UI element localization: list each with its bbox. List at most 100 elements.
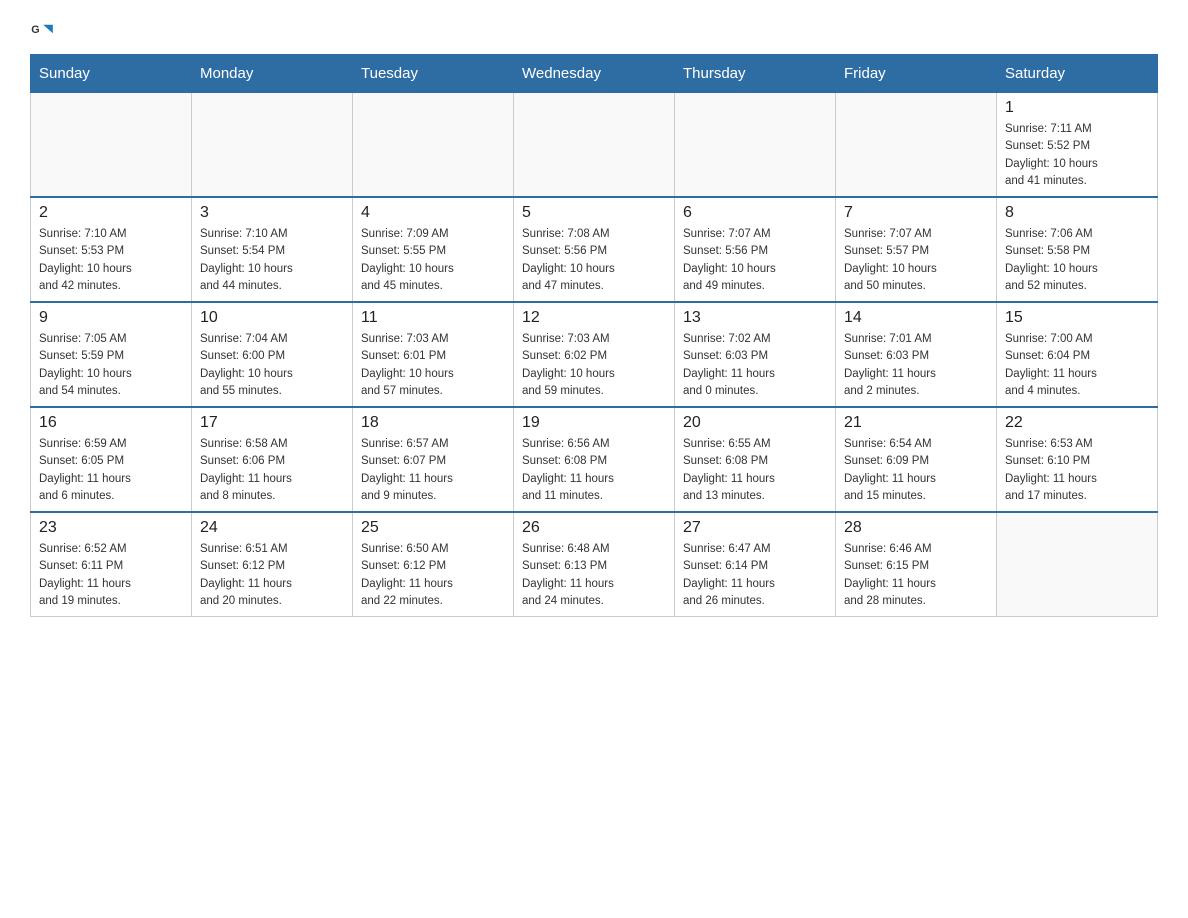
day-info: Sunrise: 6:57 AM Sunset: 6:07 PM Dayligh…: [361, 436, 505, 505]
day-info: Sunrise: 7:00 AM Sunset: 6:04 PM Dayligh…: [1005, 331, 1149, 400]
weekday-header-row: SundayMondayTuesdayWednesdayThursdayFrid…: [31, 55, 1158, 93]
logo-icon: G: [30, 20, 54, 44]
calendar-cell: 20 Sunrise: 6:55 AM Sunset: 6:08 PM Dayli…: [675, 407, 836, 512]
calendar-cell: 26 Sunrise: 6:48 AM Sunset: 6:13 PM Dayli…: [514, 512, 675, 617]
day-number: 20: [683, 414, 827, 432]
day-info: Sunrise: 6:54 AM Sunset: 6:09 PM Dayligh…: [844, 436, 988, 505]
calendar-cell: 17 Sunrise: 6:58 AM Sunset: 6:06 PM Dayli…: [192, 407, 353, 512]
calendar-cell: 6 Sunrise: 7:07 AM Sunset: 5:56 PM Daylig…: [675, 197, 836, 302]
day-number: 14: [844, 309, 988, 327]
day-number: 19: [522, 414, 666, 432]
calendar-cell: 18Sunrise: 6:57 AM Sunset: 6:07 PM Dayli…: [353, 407, 514, 512]
calendar-cell: 2Sunrise: 7:10 AM Sunset: 5:53 PM Daylig…: [31, 197, 192, 302]
week-row-4: 16 Sunrise: 6:59 AM Sunset: 6:05 PM Dayli…: [31, 407, 1158, 512]
day-number: 15: [1005, 309, 1149, 327]
day-info: Sunrise: 7:08 AM Sunset: 5:56 PM Dayligh…: [522, 226, 666, 295]
calendar-cell: [514, 93, 675, 198]
day-info: Sunrise: 6:58 AM Sunset: 6:06 PM Dayligh…: [200, 436, 344, 505]
calendar-cell: 9Sunrise: 7:05 AM Sunset: 5:59 PM Daylig…: [31, 302, 192, 407]
day-number: 24: [200, 519, 344, 537]
calendar-cell: 24 Sunrise: 6:51 AM Sunset: 6:12 PM Dayli…: [192, 512, 353, 617]
day-number: 21: [844, 414, 988, 432]
day-info: Sunrise: 7:09 AM Sunset: 5:55 PM Dayligh…: [361, 226, 505, 295]
day-number: 4: [361, 204, 505, 222]
day-info: Sunrise: 7:11 AM Sunset: 5:52 PM Dayligh…: [1005, 121, 1149, 190]
day-info: Sunrise: 7:03 AM Sunset: 6:01 PM Dayligh…: [361, 331, 505, 400]
day-number: 1: [1005, 99, 1149, 117]
calendar-cell: [353, 93, 514, 198]
day-number: 3: [200, 204, 344, 222]
week-row-2: 2Sunrise: 7:10 AM Sunset: 5:53 PM Daylig…: [31, 197, 1158, 302]
day-info: Sunrise: 6:47 AM Sunset: 6:14 PM Dayligh…: [683, 541, 827, 610]
weekday-header-wednesday: Wednesday: [514, 55, 675, 93]
day-info: Sunrise: 7:03 AM Sunset: 6:02 PM Dayligh…: [522, 331, 666, 400]
calendar-cell: [675, 93, 836, 198]
calendar-cell: 21 Sunrise: 6:54 AM Sunset: 6:09 PM Dayli…: [836, 407, 997, 512]
day-number: 27: [683, 519, 827, 537]
day-info: Sunrise: 7:07 AM Sunset: 5:56 PM Dayligh…: [683, 226, 827, 295]
weekday-header-sunday: Sunday: [31, 55, 192, 93]
calendar-cell: 7 Sunrise: 7:07 AM Sunset: 5:57 PM Daylig…: [836, 197, 997, 302]
weekday-header-monday: Monday: [192, 55, 353, 93]
day-number: 5: [522, 204, 666, 222]
calendar-cell: 13 Sunrise: 7:02 AM Sunset: 6:03 PM Dayli…: [675, 302, 836, 407]
day-info: Sunrise: 6:56 AM Sunset: 6:08 PM Dayligh…: [522, 436, 666, 505]
calendar-cell: 22 Sunrise: 6:53 AM Sunset: 6:10 PM Dayli…: [997, 407, 1158, 512]
day-info: Sunrise: 6:53 AM Sunset: 6:10 PM Dayligh…: [1005, 436, 1149, 505]
calendar-cell: [31, 93, 192, 198]
calendar-cell: 3 Sunrise: 7:10 AM Sunset: 5:54 PM Daylig…: [192, 197, 353, 302]
weekday-header-saturday: Saturday: [997, 55, 1158, 93]
calendar-cell: 8 Sunrise: 7:06 AM Sunset: 5:58 PM Daylig…: [997, 197, 1158, 302]
calendar-cell: 27 Sunrise: 6:47 AM Sunset: 6:14 PM Dayli…: [675, 512, 836, 617]
day-info: Sunrise: 7:06 AM Sunset: 5:58 PM Dayligh…: [1005, 226, 1149, 295]
day-number: 23: [39, 519, 183, 537]
day-info: Sunrise: 7:10 AM Sunset: 5:54 PM Dayligh…: [200, 226, 344, 295]
week-row-5: 23 Sunrise: 6:52 AM Sunset: 6:11 PM Dayli…: [31, 512, 1158, 617]
day-info: Sunrise: 6:59 AM Sunset: 6:05 PM Dayligh…: [39, 436, 183, 505]
weekday-header-tuesday: Tuesday: [353, 55, 514, 93]
calendar-cell: 28 Sunrise: 6:46 AM Sunset: 6:15 PM Dayli…: [836, 512, 997, 617]
day-number: 10: [200, 309, 344, 327]
calendar-cell: 11 Sunrise: 7:03 AM Sunset: 6:01 PM Dayli…: [353, 302, 514, 407]
weekday-header-friday: Friday: [836, 55, 997, 93]
calendar-table: SundayMondayTuesdayWednesdayThursdayFrid…: [30, 54, 1158, 617]
day-number: 25: [361, 519, 505, 537]
page-header: G: [30, 20, 1158, 44]
day-info: Sunrise: 7:07 AM Sunset: 5:57 PM Dayligh…: [844, 226, 988, 295]
week-row-3: 9Sunrise: 7:05 AM Sunset: 5:59 PM Daylig…: [31, 302, 1158, 407]
day-number: 6: [683, 204, 827, 222]
day-number: 17: [200, 414, 344, 432]
calendar-cell: 10 Sunrise: 7:04 AM Sunset: 6:00 PM Dayli…: [192, 302, 353, 407]
day-info: Sunrise: 6:48 AM Sunset: 6:13 PM Dayligh…: [522, 541, 666, 610]
day-info: Sunrise: 7:01 AM Sunset: 6:03 PM Dayligh…: [844, 331, 988, 400]
calendar-cell: [192, 93, 353, 198]
calendar-cell: 14 Sunrise: 7:01 AM Sunset: 6:03 PM Dayli…: [836, 302, 997, 407]
day-number: 8: [1005, 204, 1149, 222]
day-number: 7: [844, 204, 988, 222]
day-number: 12: [522, 309, 666, 327]
day-number: 13: [683, 309, 827, 327]
day-number: 11: [361, 309, 505, 327]
calendar-cell: 5 Sunrise: 7:08 AM Sunset: 5:56 PM Daylig…: [514, 197, 675, 302]
day-number: 22: [1005, 414, 1149, 432]
day-number: 2: [39, 204, 183, 222]
day-info: Sunrise: 6:52 AM Sunset: 6:11 PM Dayligh…: [39, 541, 183, 610]
day-number: 26: [522, 519, 666, 537]
calendar-cell: 15 Sunrise: 7:00 AM Sunset: 6:04 PM Dayli…: [997, 302, 1158, 407]
day-info: Sunrise: 6:51 AM Sunset: 6:12 PM Dayligh…: [200, 541, 344, 610]
day-info: Sunrise: 6:50 AM Sunset: 6:12 PM Dayligh…: [361, 541, 505, 610]
day-number: 28: [844, 519, 988, 537]
day-info: Sunrise: 7:02 AM Sunset: 6:03 PM Dayligh…: [683, 331, 827, 400]
day-info: Sunrise: 6:55 AM Sunset: 6:08 PM Dayligh…: [683, 436, 827, 505]
day-info: Sunrise: 7:04 AM Sunset: 6:00 PM Dayligh…: [200, 331, 344, 400]
calendar-cell: [997, 512, 1158, 617]
calendar-cell: 25 Sunrise: 6:50 AM Sunset: 6:12 PM Dayli…: [353, 512, 514, 617]
week-row-1: 1 Sunrise: 7:11 AM Sunset: 5:52 PM Daylig…: [31, 93, 1158, 198]
calendar-cell: [836, 93, 997, 198]
calendar-cell: 12 Sunrise: 7:03 AM Sunset: 6:02 PM Dayli…: [514, 302, 675, 407]
weekday-header-thursday: Thursday: [675, 55, 836, 93]
day-info: Sunrise: 6:46 AM Sunset: 6:15 PM Dayligh…: [844, 541, 988, 610]
calendar-cell: 23 Sunrise: 6:52 AM Sunset: 6:11 PM Dayli…: [31, 512, 192, 617]
day-number: 16: [39, 414, 183, 432]
calendar-cell: 19 Sunrise: 6:56 AM Sunset: 6:08 PM Dayli…: [514, 407, 675, 512]
